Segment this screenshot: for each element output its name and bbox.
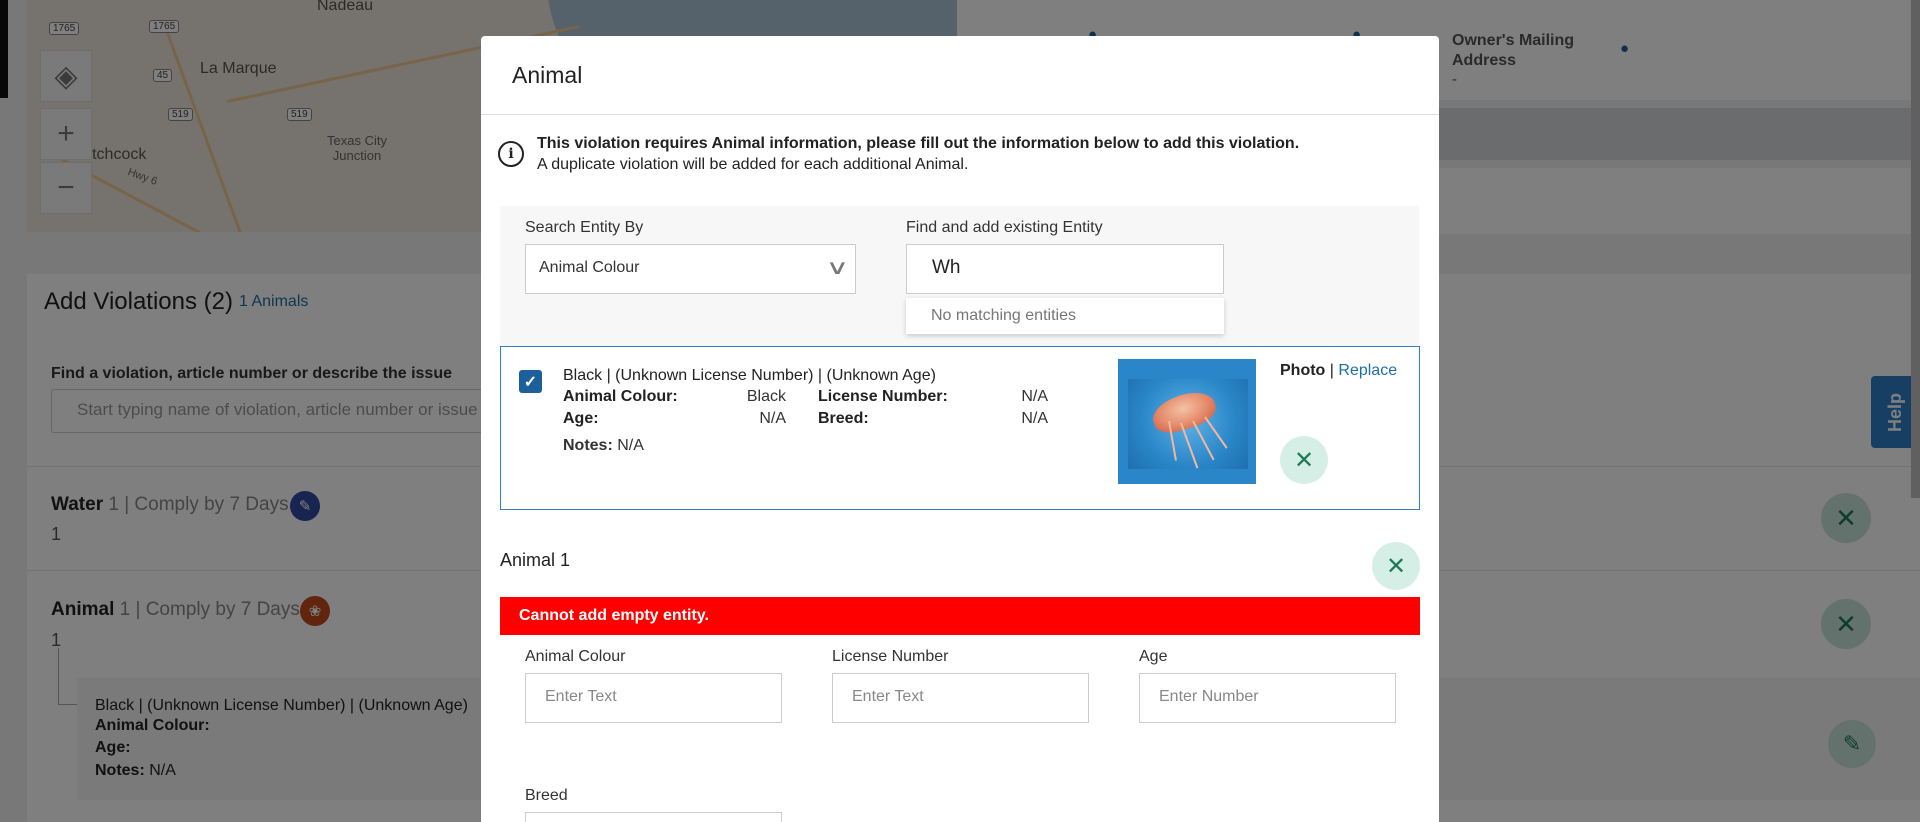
notice-bold: This violation requires Animal informati… [537, 135, 1300, 152]
notes-value: N/A [617, 437, 644, 454]
field-label: Animal Colour [525, 648, 626, 665]
animal-1-title: Animal 1 [500, 550, 571, 570]
divider [481, 114, 1439, 115]
notes-label: Notes: [563, 437, 613, 454]
age-label: Age: [563, 410, 599, 427]
find-entity-label: Find and add existing Entity [906, 219, 1103, 236]
entity-card-head: Black | (Unknown License Number) | (Unkn… [563, 367, 936, 384]
chevron-down-icon: ∨ [825, 257, 850, 279]
age-value: N/A [759, 410, 786, 427]
license-value: N/A [1021, 388, 1048, 405]
search-by-value: Animal Colour [539, 259, 640, 276]
remove-animal-button[interactable]: ✕ [1372, 542, 1420, 590]
search-by-label: Search Entity By [525, 219, 644, 236]
breed-input[interactable] [525, 812, 782, 822]
colour-label: Animal Colour: [563, 388, 678, 405]
notice-text: A duplicate violation will be added for … [537, 156, 969, 173]
separator: | [1329, 362, 1334, 379]
animal-modal: Animal i This violation requires Animal … [481, 36, 1439, 822]
remove-entity-button[interactable]: ✕ [1280, 436, 1328, 484]
find-entity-input[interactable]: Wh [906, 244, 1224, 294]
modal-title: Animal [512, 62, 583, 88]
entity-checkbox[interactable]: ✓ [519, 370, 542, 393]
license-number-input[interactable]: Enter Text [832, 673, 1089, 723]
entity-dropdown: No matching entities [906, 298, 1224, 334]
animal-colour-input[interactable]: Enter Text [525, 673, 782, 723]
field-label: Breed [525, 787, 568, 804]
info-icon: i [498, 141, 524, 167]
search-by-select[interactable]: Animal Colour ∨ [525, 244, 856, 294]
breed-label: Breed: [818, 410, 869, 427]
colour-value: Black [746, 388, 786, 405]
notes-row: Notes: N/A [563, 437, 644, 455]
animal-photo [1118, 359, 1256, 484]
field-label: Age [1139, 648, 1168, 665]
age-input[interactable]: Enter Number [1139, 673, 1396, 723]
photo-label: Photo | Replace [1280, 362, 1397, 380]
license-label: License Number: [818, 388, 948, 405]
replace-photo-link[interactable]: Replace [1338, 362, 1397, 379]
error-banner: Cannot add empty entity. [500, 597, 1420, 635]
field-label: License Number [832, 648, 949, 665]
photo-title: Photo [1280, 362, 1326, 379]
breed-value: N/A [1021, 410, 1048, 427]
